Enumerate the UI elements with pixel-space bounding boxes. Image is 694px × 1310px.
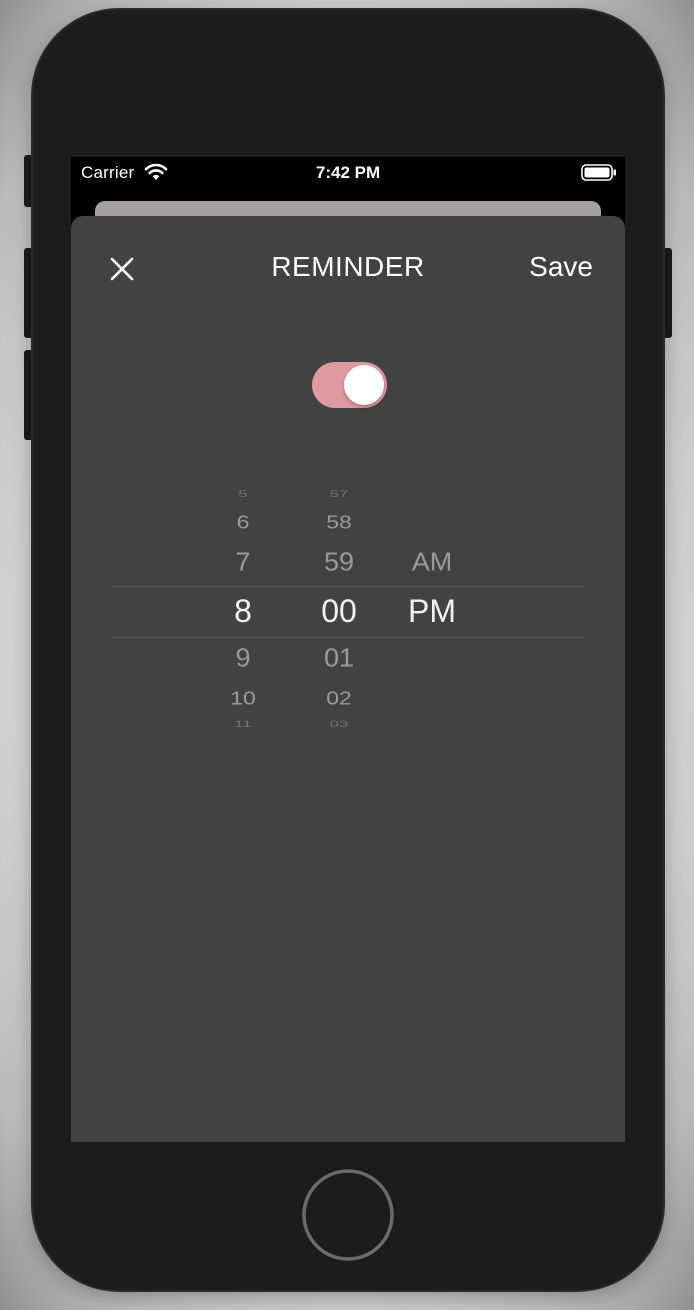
picker-item-period: AM	[411, 547, 453, 577]
toggle-knob	[344, 365, 384, 405]
save-button[interactable]: Save	[529, 251, 593, 283]
phone-frame: Carrier 7:42 PM REMINDER Save 5 6 7 8 9 …	[33, 10, 663, 1290]
picker-item-minute: 02	[326, 687, 352, 709]
picker-item-minute: 58	[326, 511, 352, 533]
picker-item-hour: 10	[230, 687, 256, 709]
picker-item-minute-selected: 00	[321, 593, 357, 629]
home-button[interactable]	[301, 1168, 395, 1262]
period-wheel[interactable]: AM PM	[391, 478, 473, 748]
picker-item-minute: 01	[323, 643, 355, 673]
time-picker: 5 6 7 8 9 10 11 57 58 59 00 01 02 03 AM …	[111, 478, 585, 748]
picker-item-period-selected: PM	[408, 593, 456, 629]
picker-item-hour: 11	[234, 718, 252, 729]
status-time: 7:42 PM	[315, 163, 381, 182]
reminder-toggle[interactable]	[312, 362, 387, 408]
hour-wheel[interactable]: 5 6 7 8 9 10 11	[201, 478, 285, 748]
screen: Carrier 7:42 PM REMINDER Save 5 6 7 8 9 …	[71, 157, 625, 1142]
battery-icon	[581, 164, 616, 181]
minute-wheel[interactable]: 57 58 59 00 01 02 03	[297, 478, 381, 748]
reminder-sheet: REMINDER Save 5 6 7 8 9 10 11 57 58 59 0…	[71, 216, 625, 1142]
picker-item-hour: 9	[235, 643, 251, 673]
picker-item-hour-selected: 8	[234, 593, 252, 629]
picker-item-hour: 5	[238, 488, 248, 499]
picker-item-minute: 59	[323, 547, 355, 577]
status-bar: Carrier 7:42 PM	[71, 157, 625, 189]
picker-item-minute: 57	[329, 488, 349, 499]
picker-item-hour: 6	[236, 511, 250, 533]
picker-item-hour: 7	[235, 547, 251, 577]
picker-item-minute: 03	[329, 718, 349, 729]
